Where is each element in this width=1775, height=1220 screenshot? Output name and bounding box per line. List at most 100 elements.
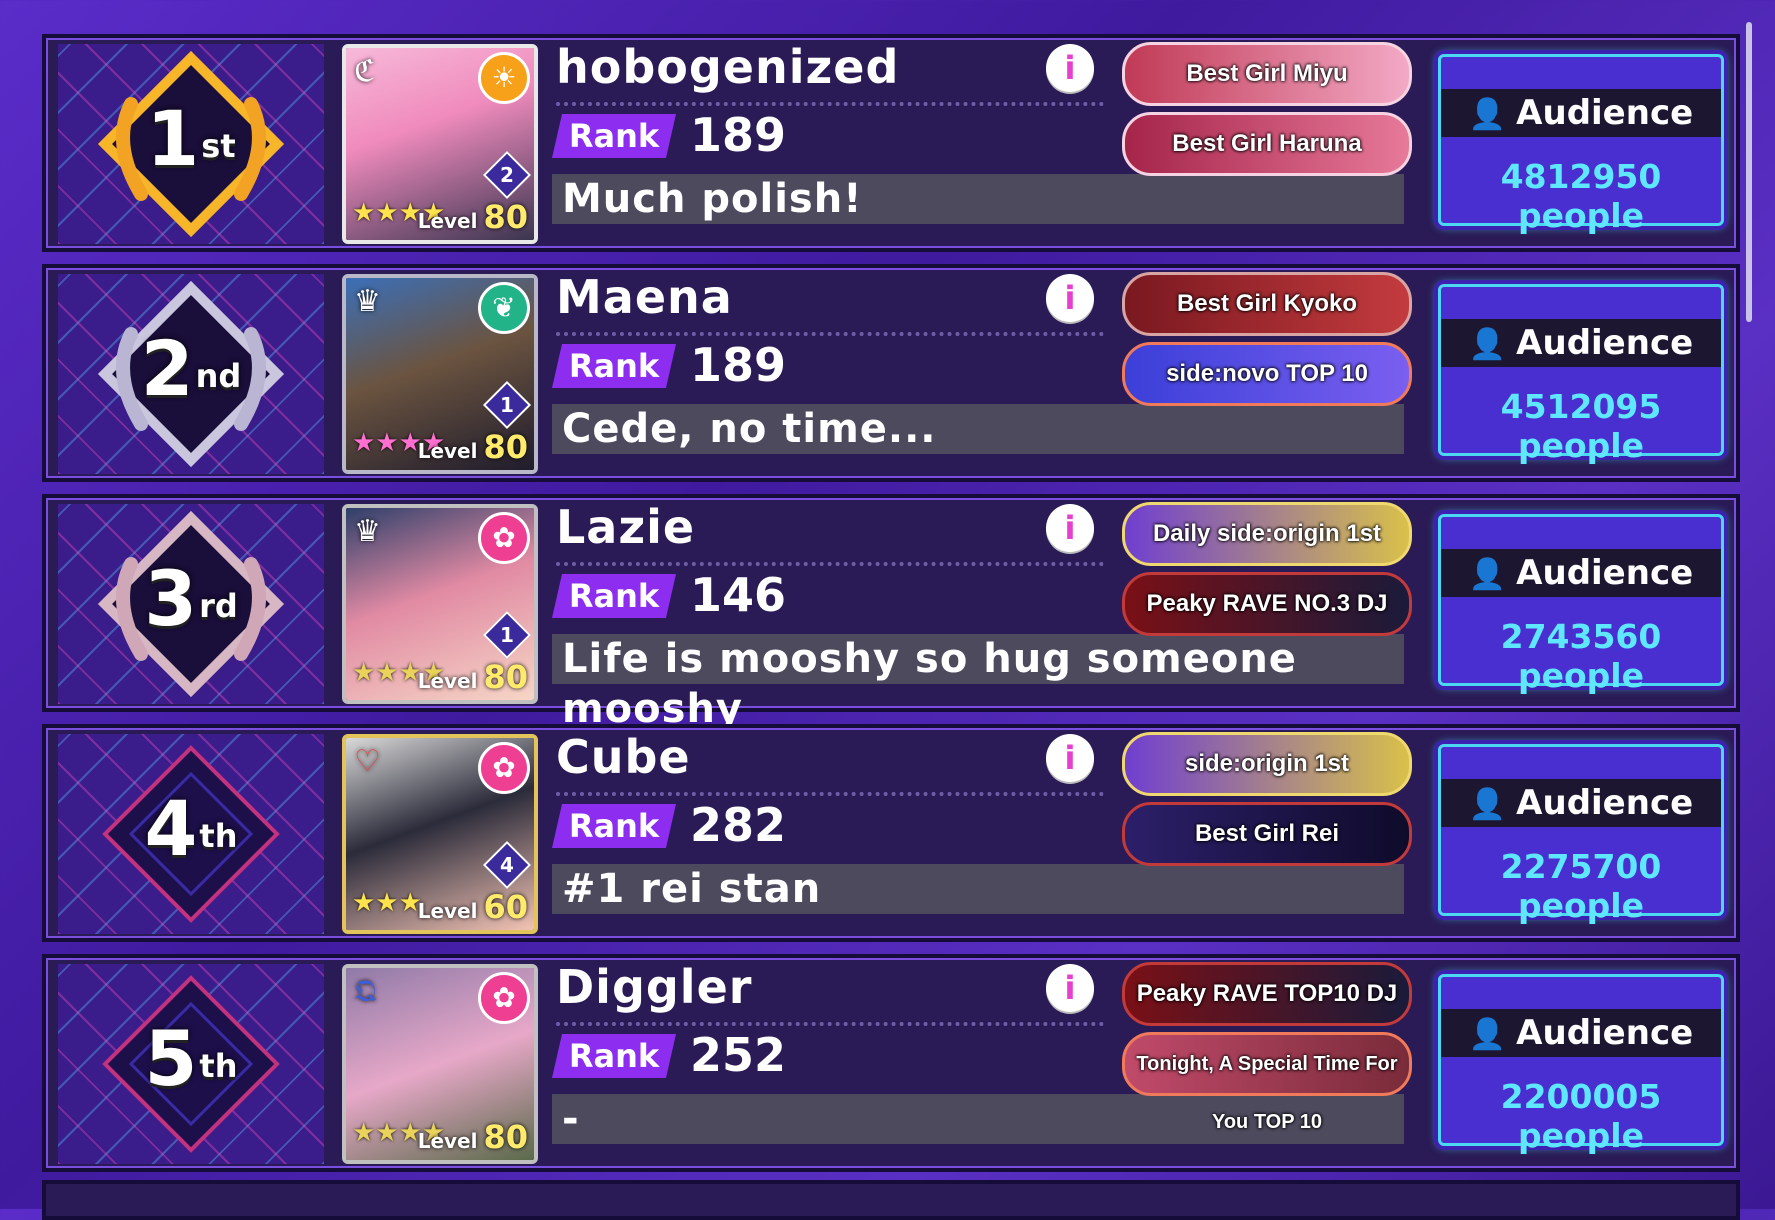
ranking-row-4[interactable]: 4th ♡ ✿ ★★★ 4 Level60 Cube i Rank 282 #1… — [42, 724, 1740, 942]
member-card[interactable]: 𝔔 ✿ ★★★★ Level80 — [342, 964, 538, 1164]
audience-panel: 👤 Audience 2275700 people — [1438, 744, 1724, 925]
ranking-row-6-partial[interactable] — [42, 1180, 1740, 1220]
audience-count: 4812950 people — [1500, 157, 1662, 235]
sun-icon: ☀ — [478, 52, 530, 104]
rank-label: Rank — [552, 574, 676, 618]
title-badge: side:novo TOP 10 — [1122, 342, 1412, 406]
card-level: Level 80 — [417, 198, 528, 236]
place-panel: 3rd — [58, 504, 324, 704]
band-logo-icon: 𝔔 — [354, 974, 377, 1009]
silver-medal-icon: 2nd — [91, 274, 291, 474]
place-suffix: th — [199, 1047, 238, 1085]
ribbon-icon: ✿ — [478, 742, 530, 794]
place-number: 2 — [140, 324, 194, 413]
member-card[interactable]: ♛ ❦ ★★★★ 1 Level80 — [342, 274, 538, 474]
band-logo-icon: ♡ — [354, 744, 381, 779]
place-panel: 1st — [58, 44, 324, 244]
audience-panel: 👤 Audience 2200005 people — [1438, 974, 1724, 1155]
info-button[interactable]: i — [1046, 504, 1094, 552]
rarity-stars: ★★★ — [352, 889, 422, 918]
audience-panel: 👤 Audience 4812950 people — [1438, 54, 1724, 235]
person-icon: 👤 — [1468, 327, 1507, 362]
player-comment: Cede, no time... — [552, 404, 1404, 454]
audience-label: Audience — [1516, 1013, 1694, 1053]
place-suffix: nd — [195, 357, 242, 395]
info-button[interactable]: i — [1046, 274, 1094, 322]
ribbon-icon: ✿ — [478, 512, 530, 564]
rank-label: Rank — [552, 344, 676, 388]
member-card[interactable]: ♛ ✿ ★★★★ 1 Level80 — [342, 504, 538, 704]
card-level: Level 80 — [417, 428, 528, 466]
audience-count: 4512095 people — [1500, 387, 1662, 465]
info-button[interactable]: i — [1046, 734, 1094, 782]
rarity-stars: ★★★★ — [352, 659, 445, 688]
title-badge: Best Girl Kyoko — [1122, 272, 1412, 336]
ranking-row-5[interactable]: 5th 𝔔 ✿ ★★★★ Level80 Diggler i Rank 252 … — [42, 954, 1740, 1172]
place-panel: 4th — [58, 734, 324, 934]
person-icon: 👤 — [1468, 557, 1507, 592]
place-number: 1 — [146, 94, 200, 183]
person-icon: 👤 — [1468, 787, 1507, 822]
scrollbar[interactable] — [1746, 22, 1752, 322]
title-badge: Best Girl Rei — [1122, 802, 1412, 866]
leaf-icon: ❦ — [478, 282, 530, 334]
title-badge: Tonight, A Special Time For You TOP 10 — [1122, 1032, 1412, 1133]
place-diamond-icon: 4th — [91, 734, 291, 934]
audience-label: Audience — [1516, 783, 1694, 823]
ranking-row-1[interactable]: 1st ℭ ☀ ★★★★ 2 Level80 hobogenized i Ran… — [42, 34, 1740, 252]
person-icon: 👤 — [1468, 97, 1507, 132]
rank-label: Rank — [552, 1034, 676, 1078]
rarity-stars: ★★★★ — [352, 1119, 445, 1148]
title-badge: Peaky RAVE NO.3 DJ — [1122, 572, 1412, 636]
crown-icon: ♛ — [354, 284, 381, 319]
player-name: hobogenized — [556, 40, 900, 94]
title-badge: side:origin 1st — [1122, 732, 1412, 796]
audience-count: 2275700 people — [1500, 847, 1662, 925]
crown-icon: ♛ — [354, 514, 381, 549]
audience-count: 2743560 people — [1500, 617, 1662, 695]
player-comment: Much polish! — [552, 174, 1404, 224]
ranking-row-2[interactable]: 2nd ♛ ❦ ★★★★ 1 Level80 Maena i Rank 189 … — [42, 264, 1740, 482]
rarity-stars: ★★★★ — [352, 429, 445, 458]
info-button[interactable]: i — [1046, 964, 1094, 1012]
rank-value: 146 — [690, 568, 787, 622]
audience-label: Audience — [1516, 93, 1694, 133]
player-name: Cube — [556, 730, 691, 784]
info-button[interactable]: i — [1046, 44, 1094, 92]
member-card[interactable]: ♡ ✿ ★★★ 4 Level60 — [342, 734, 538, 934]
audience-label: Audience — [1516, 323, 1694, 363]
ribbon-icon: ✿ — [478, 972, 530, 1024]
divider — [556, 1022, 1104, 1026]
audience-count: 2200005 people — [1500, 1077, 1662, 1155]
player-name: Lazie — [556, 500, 696, 554]
place-diamond-icon: 5th — [91, 964, 291, 1164]
title-badge: Best Girl Haruna — [1122, 112, 1412, 176]
player-name: Maena — [556, 270, 733, 324]
place-panel: 2nd — [58, 274, 324, 474]
place-suffix: th — [199, 817, 238, 855]
player-comment: #1 rei stan — [552, 864, 1404, 914]
rarity-stars: ★★★★ — [352, 199, 445, 228]
ranking-row-3[interactable]: 3rd ♛ ✿ ★★★★ 1 Level80 Lazie i Rank 146 … — [42, 494, 1740, 732]
player-comment: Life is mooshy so hug someone mooshy — [552, 634, 1404, 732]
rank-label: Rank — [552, 114, 676, 158]
card-level: Level 80 — [417, 1118, 528, 1156]
rank-value: 189 — [690, 338, 787, 392]
rank-value: 189 — [690, 108, 787, 162]
member-card[interactable]: ℭ ☀ ★★★★ 2 Level80 — [342, 44, 538, 244]
place-number: 3 — [144, 554, 198, 643]
gold-medal-icon: 1st — [91, 44, 291, 244]
audience-label: Audience — [1516, 553, 1694, 593]
title-badge: Peaky RAVE TOP10 DJ — [1122, 962, 1412, 1026]
place-panel: 5th — [58, 964, 324, 1164]
audience-panel: 👤 Audience 4512095 people — [1438, 284, 1724, 465]
player-name: Diggler — [556, 960, 753, 1014]
rank-value: 252 — [690, 1028, 787, 1082]
rank-value: 282 — [690, 798, 787, 852]
card-level: Level 60 — [417, 888, 528, 926]
title-badge: Daily side:origin 1st — [1122, 502, 1412, 566]
card-level: Level 80 — [417, 658, 528, 696]
divider — [556, 102, 1104, 106]
title-badge: Best Girl Miyu — [1122, 42, 1412, 106]
place-suffix: rd — [199, 587, 238, 625]
